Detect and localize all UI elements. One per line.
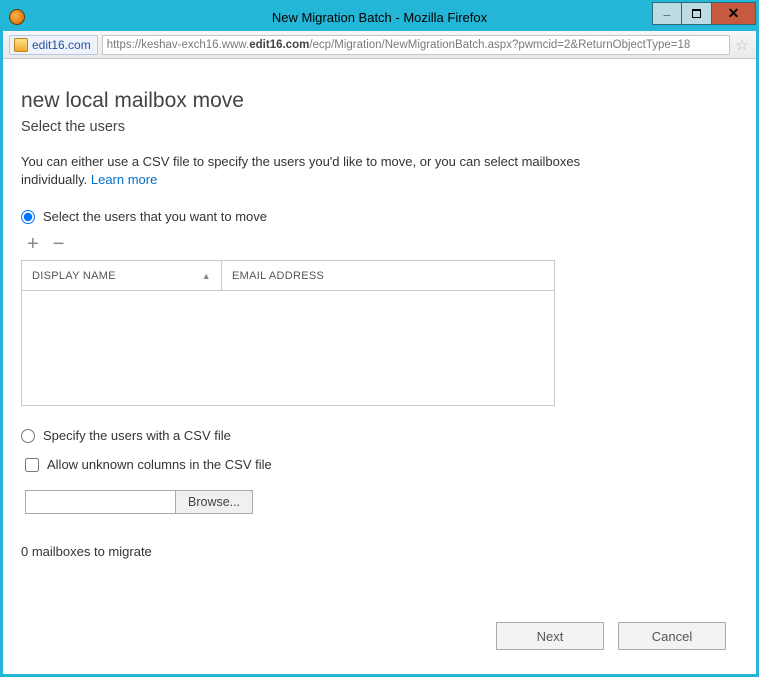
maximize-button[interactable] [682, 2, 712, 25]
checkbox-allow-unknown-label: Allow unknown columns in the CSV file [47, 457, 272, 472]
user-toolbar: + − [27, 234, 738, 254]
titlebar: New Migration Batch - Mozilla Firefox _ … [3, 3, 756, 31]
page-description: You can either use a CSV file to specify… [21, 153, 581, 189]
grid-header: DISPLAY NAME ▲ EMAIL ADDRESS [22, 261, 554, 291]
url-path: /ecp/Migration/NewMigrationBatch.aspx?pw… [309, 39, 690, 51]
option-select-users[interactable]: Select the users that you want to move [21, 209, 738, 224]
radio-csv[interactable] [21, 429, 35, 443]
firefox-window: New Migration Batch - Mozilla Firefox _ … [0, 0, 759, 677]
site-identity-badge[interactable]: edit16.com [9, 35, 98, 55]
csv-section: Specify the users with a CSV file Allow … [21, 428, 738, 514]
radio-select-users-label: Select the users that you want to move [43, 209, 267, 224]
window-buttons: _ ✕ [652, 2, 756, 25]
learn-more-link[interactable]: Learn more [91, 172, 157, 187]
cancel-button[interactable]: Cancel [618, 622, 726, 650]
radio-csv-label: Specify the users with a CSV file [43, 428, 231, 443]
sort-asc-icon: ▲ [202, 271, 211, 281]
bookmark-star-icon[interactable]: ☆ [734, 36, 750, 54]
url-input[interactable]: https://keshav-exch16.www.edit16.com/ecp… [102, 35, 730, 55]
url-prefix: https://keshav-exch16.www. [107, 39, 250, 51]
page-subtitle: Select the users [21, 119, 738, 135]
address-bar: edit16.com https://keshav-exch16.www.edi… [3, 31, 756, 59]
file-path-input[interactable] [25, 490, 175, 514]
users-grid: DISPLAY NAME ▲ EMAIL ADDRESS [21, 260, 555, 406]
window-title: New Migration Batch - Mozilla Firefox [3, 10, 756, 25]
page-title: new local mailbox move [21, 89, 738, 113]
column-display-name[interactable]: DISPLAY NAME ▲ [22, 261, 222, 290]
allow-unknown-row[interactable]: Allow unknown columns in the CSV file [25, 457, 738, 472]
browse-button[interactable]: Browse... [175, 490, 253, 514]
option-csv[interactable]: Specify the users with a CSV file [21, 428, 738, 443]
site-identity-label: edit16.com [32, 38, 91, 52]
remove-icon[interactable]: − [53, 234, 65, 254]
page-content: new local mailbox move Select the users … [3, 59, 756, 571]
column-display-name-label: DISPLAY NAME [32, 270, 116, 282]
minimize-button[interactable]: _ [652, 2, 682, 25]
file-picker-row: Browse... [25, 490, 738, 514]
add-icon[interactable]: + [27, 234, 39, 254]
migration-count-status: 0 mailboxes to migrate [21, 544, 738, 559]
radio-select-users[interactable] [21, 210, 35, 224]
wizard-footer: Next Cancel [496, 622, 726, 650]
firefox-icon [9, 9, 25, 25]
site-favicon-icon [14, 38, 28, 52]
next-button[interactable]: Next [496, 622, 604, 650]
column-email-address[interactable]: EMAIL ADDRESS [222, 261, 554, 290]
close-button[interactable]: ✕ [712, 2, 756, 25]
checkbox-allow-unknown[interactable] [25, 458, 39, 472]
url-domain: edit16.com [249, 39, 309, 51]
column-email-label: EMAIL ADDRESS [232, 270, 324, 282]
